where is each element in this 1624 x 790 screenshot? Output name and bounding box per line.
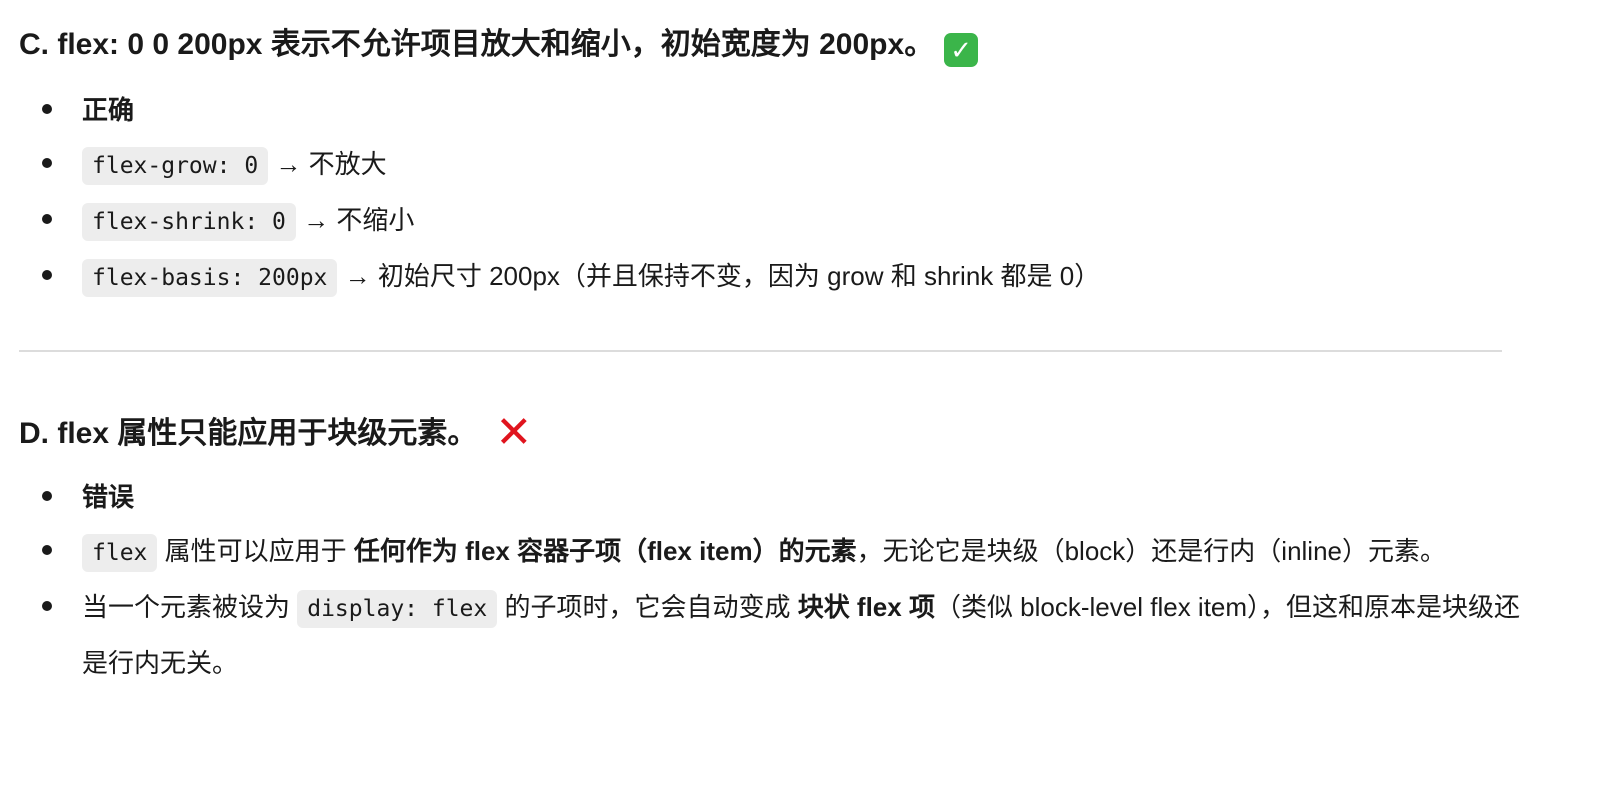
- list-item: flex-grow: 0 → 不放大: [0, 137, 1532, 193]
- list-item: 错误: [0, 470, 1532, 524]
- list-item-text: 的子项时，它会自动变成: [497, 592, 798, 622]
- document-page: C. flex: 0 0 200px 表示不允许项目放大和缩小，初始宽度为 20…: [0, 0, 1624, 790]
- section-d-list: 错误 flex 属性可以应用于 任何作为 flex 容器子项（flex item…: [0, 470, 1532, 690]
- section-d-heading: D. flex 属性只能应用于块级元素。 ✕: [19, 408, 533, 457]
- list-item-text: → 不缩小: [295, 205, 415, 235]
- inline-code: flex-basis: 200px: [82, 259, 338, 297]
- section-c-heading: C. flex: 0 0 200px 表示不允许项目放大和缩小，初始宽度为 20…: [19, 25, 979, 67]
- list-item-text: 当一个元素被设为: [82, 592, 298, 622]
- list-item-text: ，无论它是块级（block）还是行内（inline）元素。: [856, 536, 1446, 566]
- list-item-text: → 不放大: [268, 149, 387, 179]
- section-d-heading-text: D. flex 属性只能应用于块级元素。: [19, 417, 478, 450]
- emphasis-text: 块状 flex 项: [797, 592, 935, 622]
- section-c-verdict: 正确: [82, 95, 135, 125]
- check-mark-icon: ✓: [944, 33, 979, 67]
- inline-code: display: flex: [297, 590, 498, 628]
- section-c-list: 正确 flex-grow: 0 → 不放大 flex-shrink: 0 → 不…: [0, 83, 1532, 305]
- list-item: 当一个元素被设为 display: flex 的子项时，它会自动变成 块状 fl…: [0, 580, 1532, 690]
- section-divider: [19, 350, 1502, 352]
- inline-code: flex-shrink: 0: [82, 203, 296, 241]
- list-item: flex-basis: 200px → 初始尺寸 200px（并且保持不变，因为…: [0, 249, 1532, 305]
- list-item-text: 属性可以应用于: [157, 536, 354, 566]
- section-c-heading-text: C. flex: 0 0 200px 表示不允许项目放大和缩小，初始宽度为 20…: [19, 28, 935, 61]
- inline-code: flex: [82, 534, 158, 572]
- list-item: flex 属性可以应用于 任何作为 flex 容器子项（flex item）的元…: [0, 524, 1532, 580]
- section-d-verdict: 错误: [82, 482, 135, 512]
- list-item: flex-shrink: 0 → 不缩小: [0, 193, 1532, 249]
- emphasis-text: 任何作为 flex 容器子项（flex item）的元素: [353, 536, 857, 566]
- list-item: 正确: [0, 83, 1532, 137]
- inline-code: flex-grow: 0: [82, 147, 269, 185]
- list-item-text: → 初始尺寸 200px（并且保持不变，因为 grow 和 shrink 都是 …: [337, 261, 1101, 291]
- cross-mark-icon: ✕: [495, 408, 533, 457]
